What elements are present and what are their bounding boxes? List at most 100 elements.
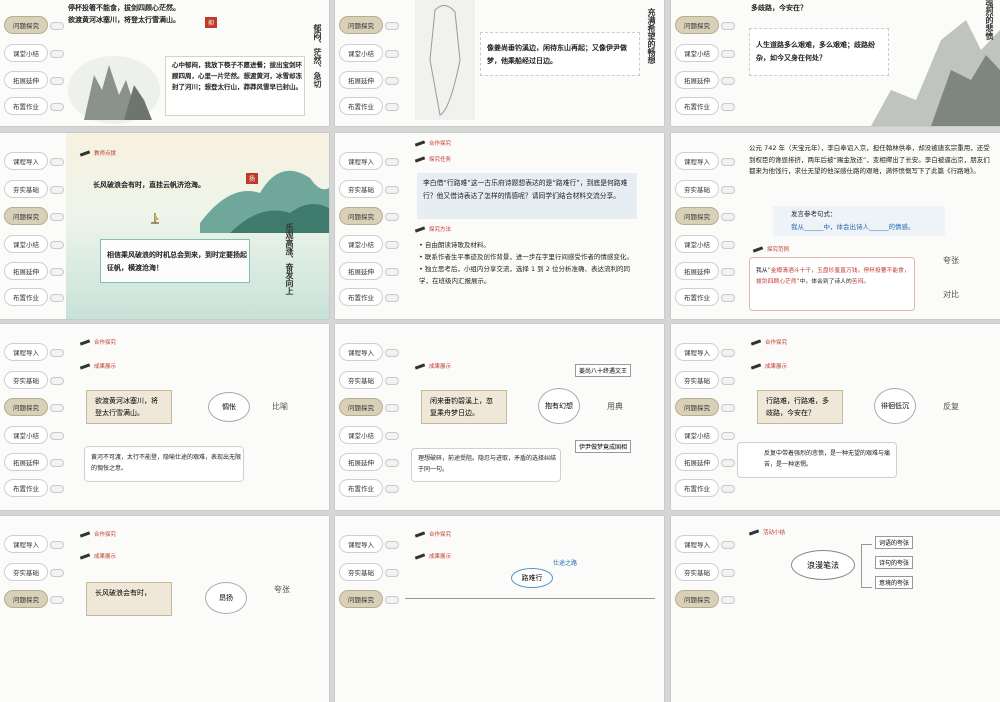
nav-item-explore[interactable]: 问题探究 <box>675 590 719 608</box>
nav-item-basics[interactable]: 夯实基础 <box>339 563 383 581</box>
nav-item-extend[interactable]: 拓展延伸 <box>339 71 383 89</box>
slide-11[interactable]: 课程导入 夯实基础 问题探究 合作探究 成果展示 仕途之路 路难行 <box>335 516 664 702</box>
nav-item-basics[interactable]: 夯实基础 <box>4 563 48 581</box>
nav-item-homework[interactable]: 布置作业 <box>339 479 383 497</box>
nav-item-extend[interactable]: 拓展延伸 <box>675 453 719 471</box>
slide-3[interactable]: 问题探究 课堂小结 拓展延伸 布置作业 多歧路，今安在？ 人生道路多么艰难，多么… <box>671 0 1000 126</box>
emotion-vertical: 充满希望的畅想 <box>647 8 656 64</box>
nav-item-homework[interactable]: 布置作业 <box>4 479 48 497</box>
slide-2[interactable]: 问题探究 课堂小结 拓展延伸 布置作业 像姜尚垂钓溪边，闲待东山再起；又像伊尹做… <box>335 0 664 126</box>
nav-item-summary[interactable]: 课堂小结 <box>339 44 383 62</box>
nav-item-extend[interactable]: 拓展延伸 <box>4 262 48 280</box>
cooperation-tag: 合作探究 <box>415 139 451 147</box>
allusion-box-top: 姜尚八十终遇文王 <box>575 364 632 377</box>
nav-item-explore[interactable]: 问题探究 <box>4 16 48 34</box>
nav-item-intro[interactable]: 课程导入 <box>339 535 383 553</box>
slide-10[interactable]: 课程导入 夯实基础 问题探究 合作探究 成果展示 长风破浪会有时， 昂扬 夸张 <box>0 516 329 702</box>
nav-item-homework[interactable]: 布置作业 <box>4 288 48 306</box>
nav-item-basics[interactable]: 夯实基础 <box>675 563 719 581</box>
quote-text: 相信乘风破浪的时机总会到来，到时定要扬起征帆，横渡沧海！ <box>107 251 247 272</box>
task-tag: 探究任务 <box>415 155 451 163</box>
translation-text: 心中郁闷，我放下筷子不愿进餐；拔出宝剑环顾四周，心里一片茫然。想渡黄河，冰雪却冻… <box>172 61 302 91</box>
side-label: 夸张 <box>274 585 290 594</box>
nav-item-summary[interactable]: 课堂小结 <box>675 235 719 253</box>
nav-item-explore[interactable]: 问题探究 <box>4 590 48 608</box>
nav-item-basics[interactable]: 夯实基础 <box>339 371 383 389</box>
nav-item-intro[interactable]: 课程导入 <box>339 152 383 170</box>
nav-item-intro[interactable]: 课程导入 <box>675 535 719 553</box>
emotion-vertical: 强烈的悲愤 <box>985 0 994 40</box>
method-tag: 探究方法 <box>415 225 451 233</box>
quote-panel: 人生道路多么艰难，多么艰难；歧路纷杂，如今又身在何处？ <box>749 28 889 76</box>
nav-item-intro[interactable]: 课程导入 <box>675 152 719 170</box>
nav-item-intro[interactable]: 课程导入 <box>339 343 383 361</box>
nav-item-explore[interactable]: 问题探究 <box>339 207 383 225</box>
nav-item-extend[interactable]: 拓展延伸 <box>339 262 383 280</box>
nav-item-homework[interactable]: 布置作业 <box>675 97 719 115</box>
method-list: • 自由朗读诗歌及材料。 • 联系作者生平事迹及创作背景，进一步在字里行间感受作… <box>419 239 639 287</box>
nav-item-summary[interactable]: 课堂小结 <box>4 235 48 253</box>
nav-item-homework[interactable]: 布置作业 <box>4 97 48 115</box>
example-panel: 我从“金樽清酒斗十千，玉盘珍羞直万钱。停杯投箸不能食，拔剑四顾心茫然”中，体会到… <box>749 257 915 311</box>
nav-item-extend[interactable]: 拓展延伸 <box>4 453 48 471</box>
nav-item-extend[interactable]: 拓展延伸 <box>675 71 719 89</box>
slide-4[interactable]: 课程导入 夯实基础 问题探究 课堂小结 拓展延伸 布置作业 教师点拨 长风破浪会… <box>0 133 329 319</box>
nav-item-intro[interactable]: 课程导入 <box>4 343 48 361</box>
nav-item-basics[interactable]: 夯实基础 <box>4 180 48 198</box>
nav-item-summary[interactable]: 课堂小结 <box>675 44 719 62</box>
slide-12[interactable]: 课程导入 夯实基础 问题探究 活动小结 浪漫笔法 词语的夸张 诗句的夸张 意境的… <box>671 516 1000 702</box>
slide-nav: 课程导入 夯实基础 问题探究 课堂小结 拓展延伸 布置作业 <box>671 133 737 319</box>
note-text: 理想破碎，前途受阻。隐忍与进取，矛盾的选择纠结于同一句。 <box>418 455 557 473</box>
nav-item-homework[interactable]: 布置作业 <box>339 97 383 115</box>
nav-item-intro[interactable]: 课程导入 <box>675 343 719 361</box>
slide-1[interactable]: 问题探究 课堂小结 拓展延伸 布置作业 停杯投箸不能食，拔剑四顾心茫然。 欲渡黄… <box>0 0 329 126</box>
slide-9[interactable]: 课程导入 夯实基础 问题探究 课堂小结 拓展延伸 布置作业 合作探究 成果展示 … <box>671 324 1000 510</box>
note-text: 黄河不可渡，太行不能登，隐喻仕途的艰难，表现出无限的惆怅之意。 <box>91 454 242 472</box>
reference-box: 发言参考句式： 我从______中，体会出诗人______的情感。 <box>773 206 945 236</box>
nav-item-homework[interactable]: 布置作业 <box>675 479 719 497</box>
quote-panel: 相信乘风破浪的时机总会到来，到时定要扬起征帆，横渡沧海！ <box>100 239 250 283</box>
note-panel: 黄河不可渡，太行不能登，隐喻仕途的艰难，表现出无限的惆怅之意。 <box>84 446 244 482</box>
nav-item-basics[interactable]: 夯实基础 <box>675 180 719 198</box>
nav-item-explore[interactable]: 问题探究 <box>339 590 383 608</box>
side-label-exaggeration: 夸张 <box>943 256 959 265</box>
nav-item-extend[interactable]: 拓展延伸 <box>4 71 48 89</box>
slide-nav: 问题探究 课堂小结 拓展延伸 布置作业 <box>0 0 66 126</box>
nav-item-basics[interactable]: 夯实基础 <box>675 371 719 389</box>
nav-item-explore[interactable]: 问题探究 <box>675 16 719 34</box>
slide-8[interactable]: 课程导入 夯实基础 问题探究 课堂小结 拓展延伸 布置作业 成果展示 姜尚八十终… <box>335 324 664 510</box>
nav-item-homework[interactable]: 布置作业 <box>675 288 719 306</box>
slide-6[interactable]: 课程导入 夯实基础 问题探究 课堂小结 拓展延伸 布置作业 公元 742 年（天… <box>671 133 1000 319</box>
nav-item-basics[interactable]: 夯实基础 <box>4 371 48 389</box>
slide-7[interactable]: 课程导入 夯实基础 问题探究 课堂小结 拓展延伸 布置作业 合作探究 成果展示 … <box>0 324 329 510</box>
nav-item-extend[interactable]: 拓展延伸 <box>675 262 719 280</box>
poem-line: 长风破浪会有时，直挂云帆济沧海。 <box>93 181 205 189</box>
nav-item-explore[interactable]: 问题探究 <box>675 398 719 416</box>
nav-item-explore[interactable]: 问题探究 <box>339 16 383 34</box>
teacher-tip-tag: 教师点拨 <box>80 149 116 157</box>
side-label: 用典 <box>607 402 623 411</box>
green-mountain-illustration <box>200 170 329 233</box>
nav-item-summary[interactable]: 课堂小结 <box>4 426 48 444</box>
nav-item-summary[interactable]: 课堂小结 <box>339 235 383 253</box>
nav-item-explore[interactable]: 问题探究 <box>4 207 48 225</box>
nav-item-homework[interactable]: 布置作业 <box>339 288 383 306</box>
nav-item-extend[interactable]: 拓展延伸 <box>339 453 383 471</box>
nav-item-explore[interactable]: 问题探究 <box>4 398 48 416</box>
side-label-contrast: 对比 <box>943 290 959 299</box>
nav-item-intro[interactable]: 课程导入 <box>4 535 48 553</box>
slide-5[interactable]: 课程导入 夯实基础 问题探究 课堂小结 拓展延伸 布置作业 合作探究 探究任务 … <box>335 133 664 319</box>
result-tag: 成果展示 <box>80 362 116 370</box>
nav-item-basics[interactable]: 夯实基础 <box>339 180 383 198</box>
nav-item-intro[interactable]: 课程导入 <box>4 152 48 170</box>
allusion-box-bottom: 伊尹做梦竟成国相 <box>575 440 632 453</box>
slide-nav: 问题探究 课堂小结 拓展延伸 布置作业 <box>335 0 401 126</box>
cooperation-tag: 合作探究 <box>415 530 451 538</box>
note-panel: 理想破碎，前途受阻。隐忍与进取，矛盾的选择纠结于同一句。 <box>411 448 561 482</box>
nav-item-summary[interactable]: 课堂小结 <box>339 426 383 444</box>
nav-item-explore[interactable]: 问题探究 <box>675 207 719 225</box>
nav-item-summary[interactable]: 课堂小结 <box>4 44 48 62</box>
slide-nav: 课程导入 夯实基础 问题探究 课堂小结 拓展延伸 布置作业 <box>671 324 737 510</box>
nav-item-explore[interactable]: 问题探究 <box>339 398 383 416</box>
nav-item-summary[interactable]: 课堂小结 <box>675 426 719 444</box>
